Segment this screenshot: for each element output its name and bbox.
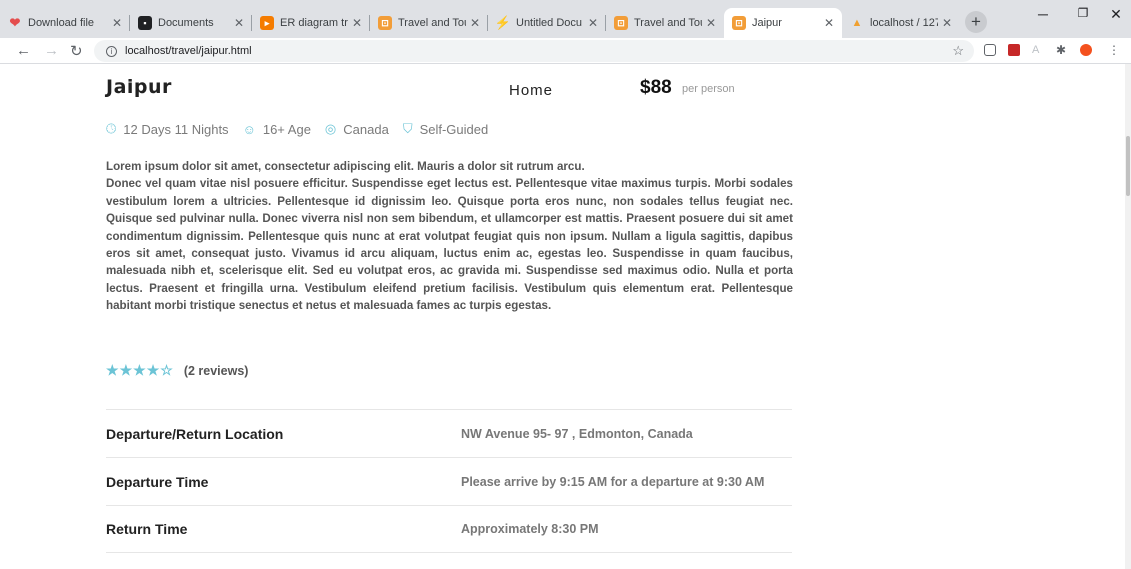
tab-title: Travel and Tou	[398, 17, 466, 29]
extension-red-icon[interactable]	[1008, 44, 1020, 56]
browser-tab[interactable]: ⚡ Untitled Docu ✕	[488, 8, 606, 38]
code-icon: ⊡	[378, 16, 392, 30]
tour-details-table: Departure/Return Location NW Avenue 95- …	[106, 409, 792, 553]
star-icon: ★	[146, 362, 161, 378]
browser-tab[interactable]: ▲ localhost / 127 ✕	[842, 8, 960, 38]
detail-value: Approximately 8:30 PM	[461, 522, 599, 536]
detail-value: Please arrive by 9:15 AM for a departure…	[461, 474, 765, 489]
back-arrow-icon[interactable]: ←	[16, 42, 31, 59]
close-tab-icon[interactable]: ✕	[706, 16, 716, 30]
meta-age: ☺︎ 16+ Age	[243, 121, 311, 137]
meta-text: 16+ Age	[262, 121, 311, 137]
page-scrollbar[interactable]	[1125, 64, 1131, 569]
detail-label: Departure Time	[106, 473, 209, 490]
code-icon: ⊡	[732, 16, 746, 30]
description-body: Donec vel quam vitae nisl posuere effici…	[106, 177, 793, 313]
meta-text: Self-Guided	[419, 121, 489, 137]
extension-a-icon[interactable]: A	[1032, 44, 1044, 56]
pma-icon: ▲	[851, 17, 863, 29]
guide-icon: ⛉	[402, 121, 413, 136]
heart-icon: ❤	[9, 15, 21, 30]
detail-label: Departure/Return Location	[106, 425, 284, 442]
star-icon: ★	[106, 362, 120, 378]
address-bar[interactable]: i localhost/travel/jaipur.html ☆	[94, 40, 974, 62]
docs-icon: ▪	[138, 16, 152, 30]
forward-arrow-icon[interactable]: →	[44, 42, 59, 59]
info-icon[interactable]: i	[106, 45, 117, 57]
tour-meta: 🕓︎ 12 Days 11 Nights ☺︎ 16+ Age ◎ Canada…	[106, 121, 502, 137]
tab-title: Download file	[28, 17, 95, 29]
menu-kebab-icon[interactable]: ⋮	[1108, 44, 1120, 56]
close-tab-icon[interactable]: ✕	[234, 16, 244, 30]
meta-text: 12 Days 11 Nights	[123, 121, 229, 137]
tour-price: $88	[640, 77, 672, 98]
detail-value: NW Avenue 95- 97 , Edmonton, Canada	[461, 426, 693, 441]
tab-title: Untitled Docu	[516, 17, 583, 29]
browser-tab[interactable]: ▸ ER diagram tra ✕	[252, 8, 370, 38]
rating: ★★★★☆ (2 reviews)	[106, 362, 248, 379]
nav-home-link[interactable]: Home	[509, 82, 553, 99]
reviews-count[interactable]: (2 reviews)	[184, 364, 249, 378]
close-tab-icon[interactable]: ✕	[352, 16, 362, 30]
star-rating: ★★★★☆	[106, 362, 174, 379]
table-row: Departure Time Please arrive by 9:15 AM …	[106, 457, 792, 505]
camera-icon[interactable]	[984, 44, 996, 56]
clock-icon: 🕓︎	[106, 121, 117, 136]
meta-guide: ⛉ Self-Guided	[403, 121, 488, 137]
map-pin-icon: ◎	[324, 121, 337, 136]
code-icon: ⊡	[614, 16, 628, 30]
tab-title: Travel and Tou	[634, 17, 702, 29]
browser-tab[interactable]: ⊡ Travel and Tou ✕	[370, 8, 488, 38]
close-tab-icon[interactable]: ✕	[470, 16, 480, 30]
new-tab-button[interactable]: +	[965, 11, 987, 33]
meta-text: Canada	[343, 121, 389, 137]
url-text: localhost/travel/jaipur.html	[125, 45, 252, 57]
bookmark-star-icon[interactable]: ☆	[952, 43, 964, 59]
close-tab-icon[interactable]: ✕	[588, 16, 598, 30]
star-outline-icon: ☆	[160, 362, 174, 378]
close-tab-icon[interactable]: ✕	[942, 16, 952, 30]
close-tab-icon[interactable]: ✕	[824, 16, 834, 30]
bolt-icon: ⚡	[494, 15, 512, 30]
reload-icon[interactable]: ↻	[70, 42, 83, 60]
browser-tab[interactable]: ⊡ Travel and Tou ✕	[606, 8, 724, 38]
browser-tab[interactable]: ▪ Documents ✕	[130, 8, 252, 38]
tour-description: Lorem ipsum dolor sit amet, consectetur …	[106, 158, 793, 315]
page-title: Jaipur	[106, 76, 172, 98]
star-icon: ★	[133, 362, 147, 378]
detail-label: Return Time	[106, 521, 188, 537]
tab-title: localhost / 127	[870, 17, 938, 29]
plugin-icon: ▸	[260, 16, 274, 30]
browser-toolbar: ← → ↻ i localhost/travel/jaipur.html ☆ A…	[0, 38, 1131, 64]
tab-title: ER diagram tra	[280, 17, 348, 29]
users-icon: ☺︎	[242, 121, 256, 137]
meta-location: ◎ Canada	[325, 121, 389, 137]
profile-avatar[interactable]	[1080, 44, 1092, 56]
table-row: Return Time Approximately 8:30 PM	[106, 505, 792, 553]
puzzle-icon[interactable]: ✱	[1056, 44, 1068, 56]
scrollbar-thumb[interactable]	[1126, 136, 1130, 196]
meta-duration: 🕓︎ 12 Days 11 Nights	[106, 121, 229, 137]
page-content: Jaipur Home $88 per person 🕓︎ 12 Days 11…	[0, 64, 1131, 569]
browser-tab[interactable]: ❤ Download file ✕	[0, 8, 130, 38]
browser-tab-strip: ❤ Download file ✕ ▪ Documents ✕ ▸ ER dia…	[0, 0, 1131, 38]
browser-tab-active[interactable]: ⊡ Jaipur ✕	[724, 8, 842, 38]
close-tab-icon[interactable]: ✕	[112, 16, 122, 30]
table-row: Departure/Return Location NW Avenue 95- …	[106, 409, 792, 457]
restore-icon[interactable]: ❐	[1068, 6, 1098, 20]
price-suffix: per person	[682, 83, 735, 95]
close-window-icon[interactable]: ✕	[1101, 6, 1131, 23]
description-intro: Lorem ipsum dolor sit amet, consectetur …	[106, 160, 585, 173]
star-icon: ★	[119, 362, 134, 378]
tab-title: Jaipur	[752, 17, 782, 29]
tab-title: Documents	[158, 17, 214, 29]
minimize-icon[interactable]: ─	[1028, 6, 1058, 22]
